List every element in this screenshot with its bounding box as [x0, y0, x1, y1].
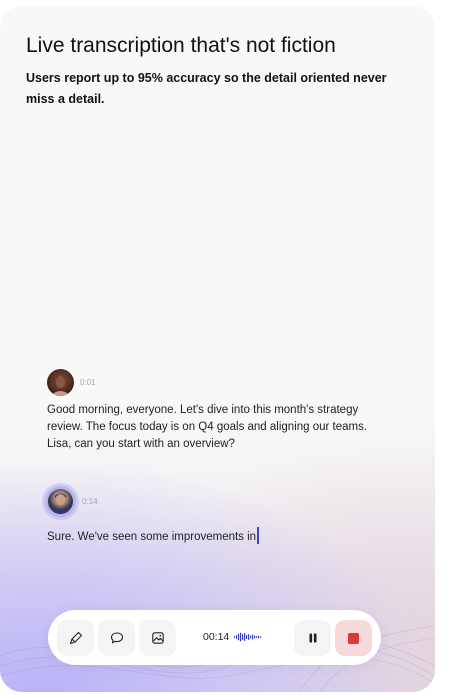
transcript-text: Good morning, everyone. Let's dive into …	[47, 404, 368, 450]
comment-button[interactable]	[98, 620, 135, 656]
promo-card: Live transcription that's not fiction Us…	[0, 6, 435, 692]
waveform-icon	[234, 632, 262, 642]
comment-bubble-icon	[110, 632, 123, 644]
timestamp: 0:14	[82, 497, 98, 506]
elapsed-time: 00:14	[203, 631, 230, 643]
page-subtitle: Users report up to 95% accuracy so the d…	[26, 71, 387, 106]
recording-toolbar: 00:14	[48, 610, 381, 665]
avatar	[48, 489, 73, 514]
stop-icon	[348, 632, 359, 644]
transcript-entry-1-meta: 0:01	[47, 369, 96, 396]
highlighter-icon	[69, 631, 82, 645]
pause-icon	[309, 633, 316, 643]
transcript-entry-2-meta: 0:14	[45, 486, 98, 517]
transcript-text-live: Sure. We've seen some improvements in	[47, 527, 377, 546]
avatar-photo-icon	[50, 374, 71, 396]
avatar-photo-icon	[50, 493, 71, 514]
pause-button[interactable]	[294, 620, 331, 656]
timestamp: 0:01	[80, 378, 96, 387]
text-cursor	[257, 527, 259, 544]
active-speaker-ring	[45, 486, 76, 517]
transcript-live-text: Sure. We've seen some improvements in	[47, 531, 257, 543]
stop-recording-button[interactable]	[335, 620, 372, 656]
image-icon	[151, 632, 164, 644]
avatar	[47, 369, 74, 396]
insert-image-button[interactable]	[139, 620, 176, 656]
highlight-button[interactable]	[57, 620, 94, 656]
page-title: Live transcription that's not fiction	[26, 34, 336, 57]
